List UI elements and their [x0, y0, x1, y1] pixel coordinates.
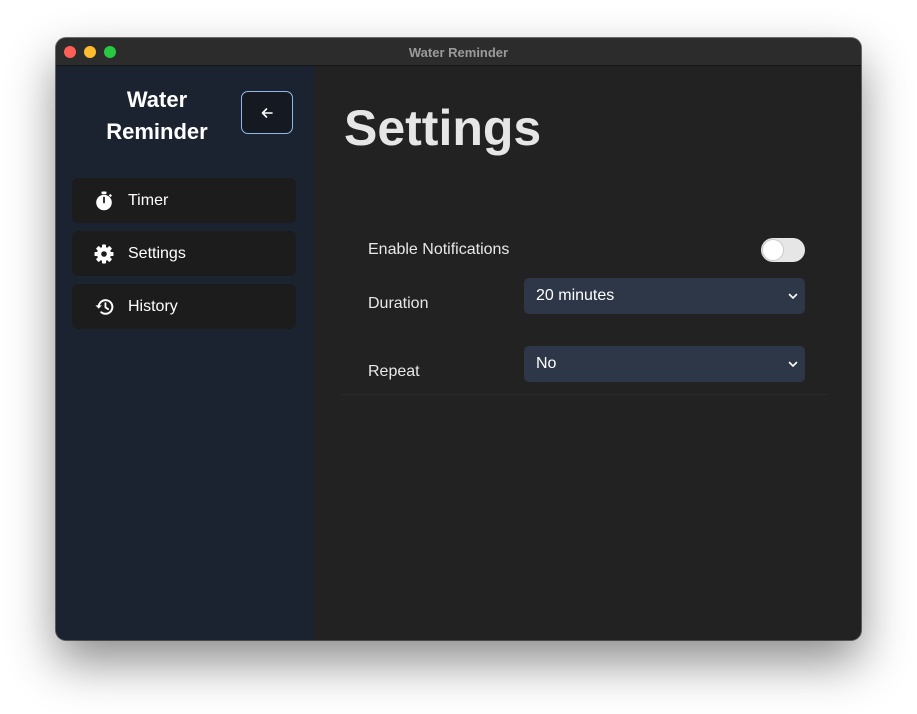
gear-icon: [94, 244, 114, 264]
toggle-knob: [763, 240, 783, 260]
main-content: Settings Enable Notifications Duration 2…: [314, 66, 861, 640]
enable-notifications-label: Enable Notifications: [368, 241, 510, 258]
stopwatch-icon: [94, 191, 114, 211]
app-window: Water Reminder Water Reminder Timer Sett…: [56, 38, 861, 640]
sidebar-item-settings[interactable]: Settings: [72, 231, 296, 276]
window-title: Water Reminder: [408, 45, 509, 60]
app-title-line-2: Reminder: [106, 119, 208, 144]
duration-select[interactable]: 20 minutes: [524, 278, 805, 314]
arrow-left-icon: [261, 107, 273, 118]
repeat-selected-value: No: [536, 355, 557, 372]
settings-panel: Enable Notifications Duration 20 minutes…: [342, 194, 828, 395]
enable-notifications-toggle[interactable]: [761, 238, 805, 262]
collapse-sidebar-button[interactable]: [241, 91, 293, 134]
duration-selected-value: 20 minutes: [536, 287, 615, 304]
sidebar-item-label: Timer: [128, 191, 169, 209]
sidebar-item-label: Settings: [128, 244, 186, 262]
chevron-down-icon: [788, 359, 798, 369]
duration-label: Duration: [368, 295, 429, 312]
app-title-line-1: Water: [126, 87, 188, 112]
repeat-select[interactable]: No: [524, 346, 805, 382]
page-title: Settings: [344, 100, 542, 156]
title-bar: Water Reminder: [56, 38, 861, 66]
sidebar: Water Reminder Timer Settings History: [56, 66, 314, 640]
sidebar-item-timer[interactable]: Timer: [72, 178, 296, 223]
app-title: Water Reminder: [86, 84, 228, 148]
chevron-down-icon: [788, 291, 798, 301]
sidebar-item-label: History: [128, 297, 178, 315]
sidebar-item-history[interactable]: History: [72, 284, 296, 329]
history-icon: [94, 297, 114, 317]
repeat-label: Repeat: [368, 363, 420, 380]
